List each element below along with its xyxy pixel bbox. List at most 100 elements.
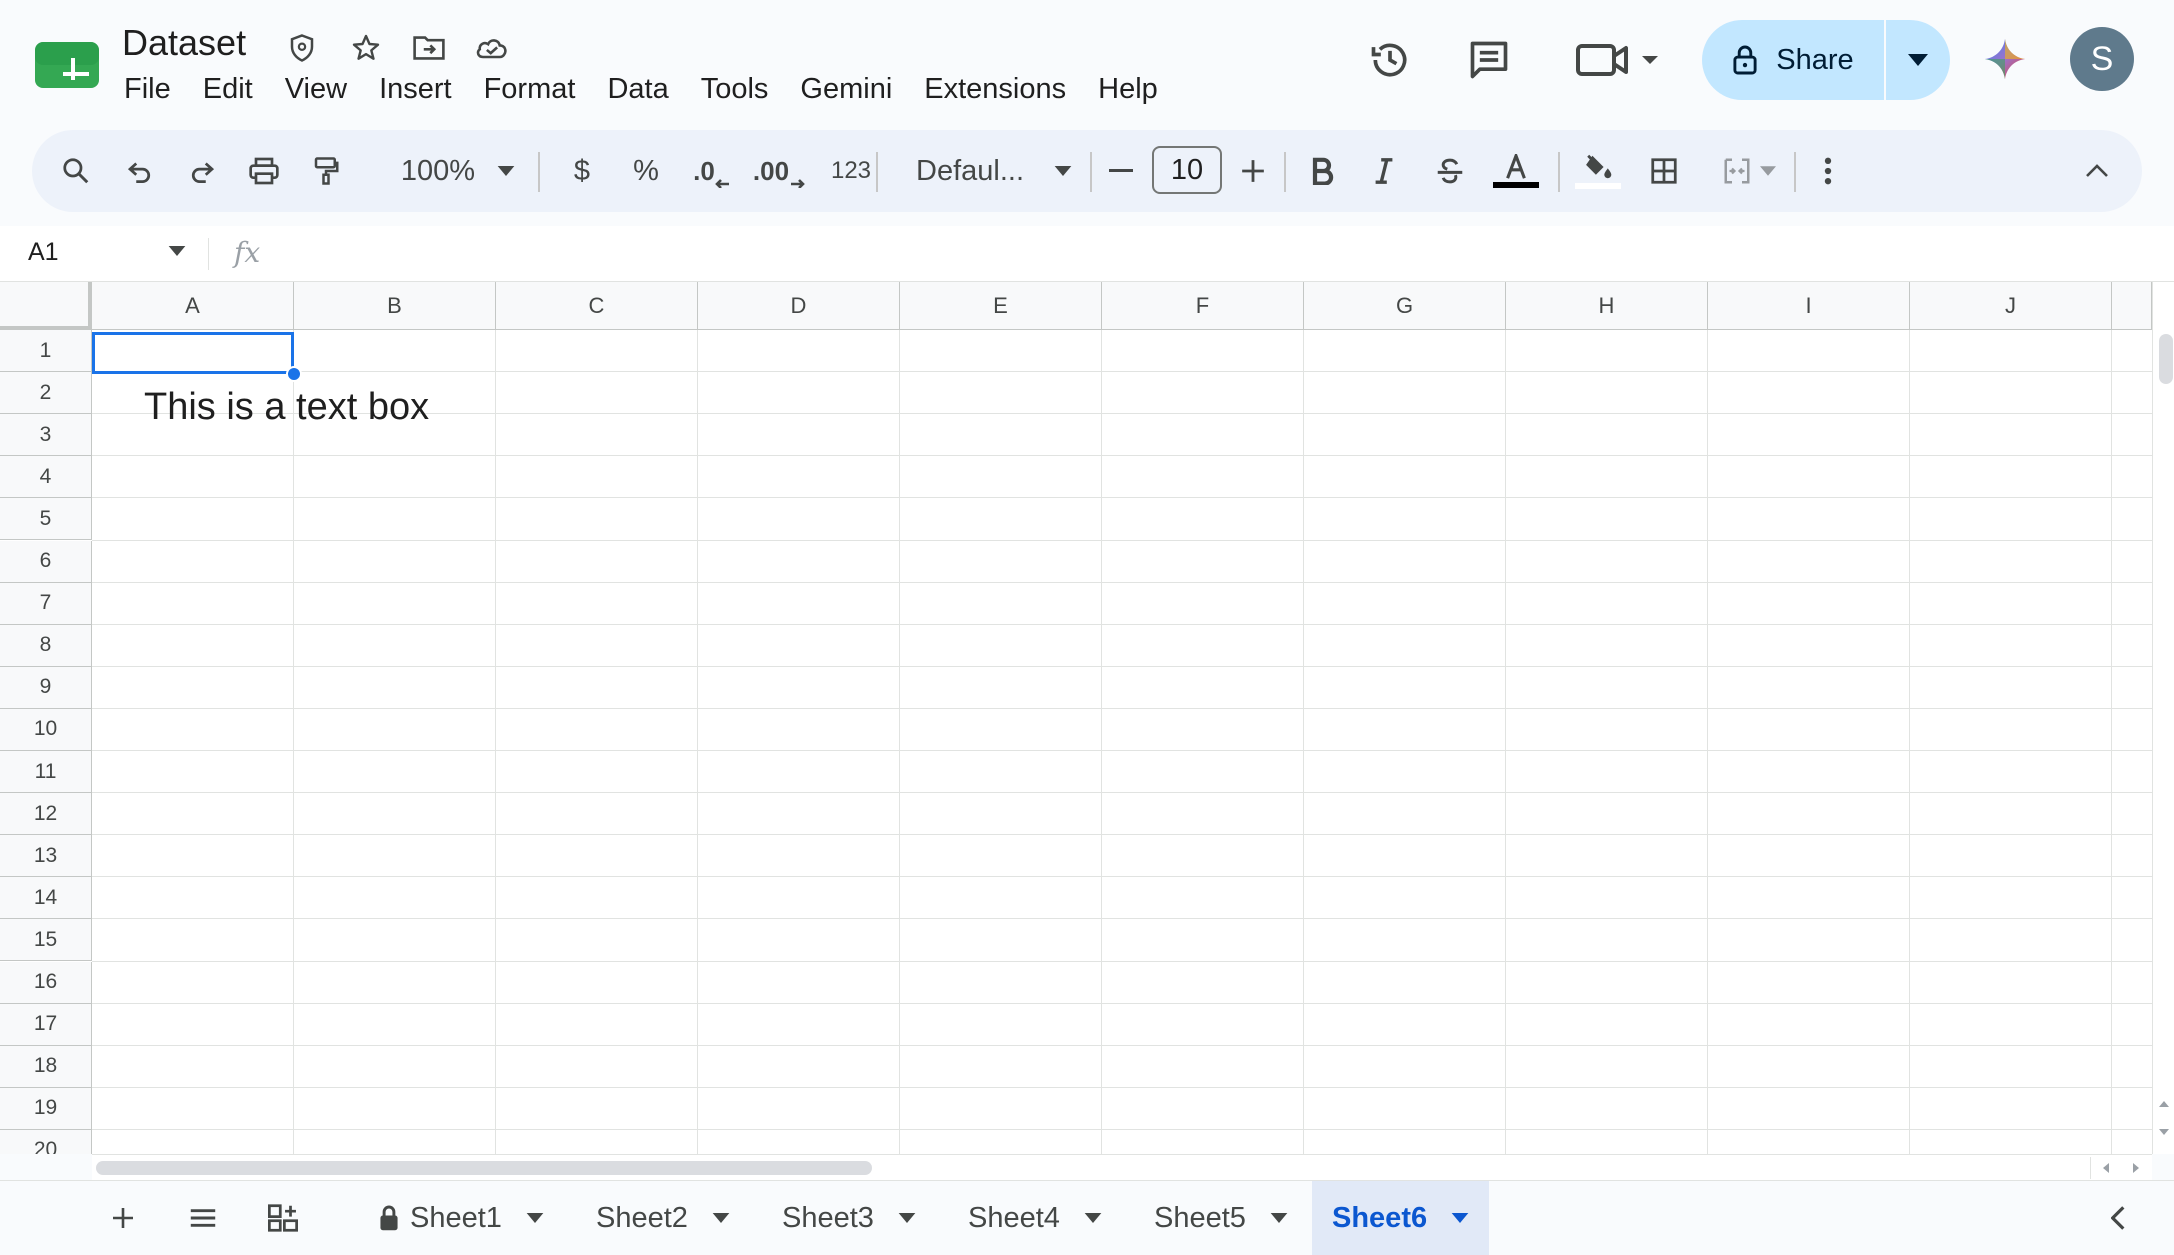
row-header-17[interactable]: 17 bbox=[0, 1003, 92, 1046]
selected-cell[interactable] bbox=[92, 332, 294, 374]
menu-edit[interactable]: Edit bbox=[187, 70, 269, 114]
column-header-b[interactable]: B bbox=[294, 282, 496, 330]
fill-color-button[interactable] bbox=[1570, 130, 1626, 212]
row-header-1[interactable]: 1 bbox=[0, 330, 92, 373]
row-header-11[interactable]: 11 bbox=[0, 751, 92, 794]
add-sheet-icon[interactable] bbox=[100, 1181, 146, 1255]
menu-file[interactable]: File bbox=[108, 70, 187, 114]
horizontal-scroll-thumb[interactable] bbox=[96, 1161, 872, 1175]
sheet-tab-sheet5[interactable]: Sheet5 bbox=[1134, 1181, 1308, 1255]
row-header-6[interactable]: 6 bbox=[0, 540, 92, 583]
fill-handle[interactable] bbox=[286, 366, 302, 382]
all-sheets-icon[interactable] bbox=[180, 1181, 226, 1255]
vertical-scroll-thumb[interactable] bbox=[2159, 334, 2173, 384]
column-header-h[interactable]: H bbox=[1506, 282, 1708, 330]
sheet-tab-sheet4[interactable]: Sheet4 bbox=[948, 1181, 1122, 1255]
row-header-12[interactable]: 12 bbox=[0, 793, 92, 836]
move-folder-icon[interactable] bbox=[411, 30, 447, 66]
sheet-tab-sheet2[interactable]: Sheet2 bbox=[576, 1181, 750, 1255]
column-header-j[interactable]: J bbox=[1910, 282, 2112, 330]
row-header-18[interactable]: 18 bbox=[0, 1045, 92, 1088]
menu-help[interactable]: Help bbox=[1082, 70, 1174, 114]
column-header-c[interactable]: C bbox=[496, 282, 698, 330]
column-header-g[interactable]: G bbox=[1304, 282, 1506, 330]
column-header-e[interactable]: E bbox=[900, 282, 1102, 330]
chevron-down-icon[interactable] bbox=[1084, 1213, 1102, 1223]
scroll-left-icon[interactable] bbox=[2102, 1163, 2110, 1173]
text-box-drawing[interactable]: This is a text box bbox=[144, 386, 429, 429]
chevron-down-icon[interactable] bbox=[1451, 1213, 1469, 1223]
share-options-button[interactable] bbox=[1886, 20, 1950, 100]
horizontal-scrollbar[interactable] bbox=[92, 1154, 2152, 1180]
decrease-font-size-button[interactable] bbox=[1098, 130, 1144, 212]
row-header-19[interactable]: 19 bbox=[0, 1087, 92, 1130]
redo-icon[interactable] bbox=[176, 130, 228, 212]
avatar[interactable]: S bbox=[2070, 27, 2134, 91]
meet-camera-icon[interactable] bbox=[1574, 38, 1664, 82]
vertical-scrollbar[interactable] bbox=[2152, 282, 2174, 1154]
chevron-down-icon[interactable] bbox=[168, 246, 186, 256]
column-header-i[interactable]: I bbox=[1708, 282, 1910, 330]
scroll-right-icon[interactable] bbox=[2132, 1163, 2140, 1173]
menu-extensions[interactable]: Extensions bbox=[908, 70, 1082, 114]
row-header-3[interactable]: 3 bbox=[0, 414, 92, 457]
decrease-decimal-button[interactable]: .0 bbox=[682, 130, 742, 212]
increase-font-size-button[interactable] bbox=[1230, 130, 1276, 212]
currency-format-button[interactable]: $ bbox=[556, 130, 608, 212]
undo-icon[interactable] bbox=[114, 130, 166, 212]
scroll-down-icon[interactable] bbox=[2159, 1128, 2169, 1136]
menu-gemini[interactable]: Gemini bbox=[784, 70, 908, 114]
menu-tools[interactable]: Tools bbox=[685, 70, 785, 114]
row-header-9[interactable]: 9 bbox=[0, 666, 92, 709]
row-header-5[interactable]: 5 bbox=[0, 498, 92, 541]
document-title[interactable]: Dataset bbox=[122, 22, 246, 64]
collapse-menus-icon[interactable] bbox=[2072, 130, 2122, 212]
gemini-icon[interactable] bbox=[1982, 36, 2028, 82]
column-header-d[interactable]: D bbox=[698, 282, 900, 330]
zoom-select[interactable]: 100% bbox=[388, 130, 528, 212]
comments-icon[interactable] bbox=[1464, 36, 1514, 84]
sheet-tab-sheet1[interactable]: Sheet1 bbox=[358, 1181, 564, 1255]
row-header-8[interactable]: 8 bbox=[0, 624, 92, 667]
text-color-button[interactable] bbox=[1488, 130, 1544, 212]
column-header-a[interactable]: A bbox=[92, 282, 294, 330]
row-header-10[interactable]: 10 bbox=[0, 708, 92, 751]
percent-format-button[interactable]: % bbox=[620, 130, 672, 212]
strikethrough-button[interactable] bbox=[1424, 130, 1476, 212]
row-header-7[interactable]: 7 bbox=[0, 582, 92, 625]
borders-button[interactable] bbox=[1638, 130, 1690, 212]
menu-data[interactable]: Data bbox=[591, 70, 684, 114]
chevron-down-icon[interactable] bbox=[712, 1213, 730, 1223]
scroll-up-icon[interactable] bbox=[2159, 1100, 2169, 1108]
menu-view[interactable]: View bbox=[269, 70, 363, 114]
more-formats-button[interactable]: 123 bbox=[818, 130, 884, 212]
merge-cells-button[interactable] bbox=[1710, 130, 1788, 212]
more-options-icon[interactable] bbox=[1806, 130, 1850, 212]
bold-button[interactable] bbox=[1296, 130, 1348, 212]
font-family-select[interactable]: Defaul... bbox=[894, 130, 1094, 212]
version-history-icon[interactable] bbox=[1366, 36, 1414, 84]
cloud-status-icon[interactable] bbox=[474, 30, 510, 66]
formula-input[interactable] bbox=[280, 236, 2140, 272]
row-header-20[interactable]: 20 bbox=[0, 1129, 92, 1154]
column-header-k[interactable] bbox=[2112, 282, 2152, 330]
column-header-f[interactable]: F bbox=[1102, 282, 1304, 330]
print-icon[interactable] bbox=[238, 130, 290, 212]
row-header-4[interactable]: 4 bbox=[0, 456, 92, 499]
sheet-tab-sheet3[interactable]: Sheet3 bbox=[762, 1181, 936, 1255]
increase-decimal-button[interactable]: .00 bbox=[746, 130, 812, 212]
italic-button[interactable] bbox=[1358, 130, 1410, 212]
row-header-13[interactable]: 13 bbox=[0, 835, 92, 878]
row-header-16[interactable]: 16 bbox=[0, 961, 92, 1004]
chevron-down-icon[interactable] bbox=[526, 1213, 544, 1223]
row-header-2[interactable]: 2 bbox=[0, 372, 92, 415]
paint-format-icon[interactable] bbox=[300, 130, 352, 212]
menu-insert[interactable]: Insert bbox=[363, 70, 468, 114]
sheets-logo-icon[interactable] bbox=[33, 40, 101, 90]
row-header-14[interactable]: 14 bbox=[0, 877, 92, 920]
row-header-15[interactable]: 15 bbox=[0, 919, 92, 962]
chevron-down-icon[interactable] bbox=[898, 1213, 916, 1223]
sheet-nav-left-icon[interactable] bbox=[2098, 1181, 2138, 1255]
sheet-tab-sheet6[interactable]: Sheet6 bbox=[1312, 1181, 1490, 1255]
menu-format[interactable]: Format bbox=[468, 70, 592, 114]
